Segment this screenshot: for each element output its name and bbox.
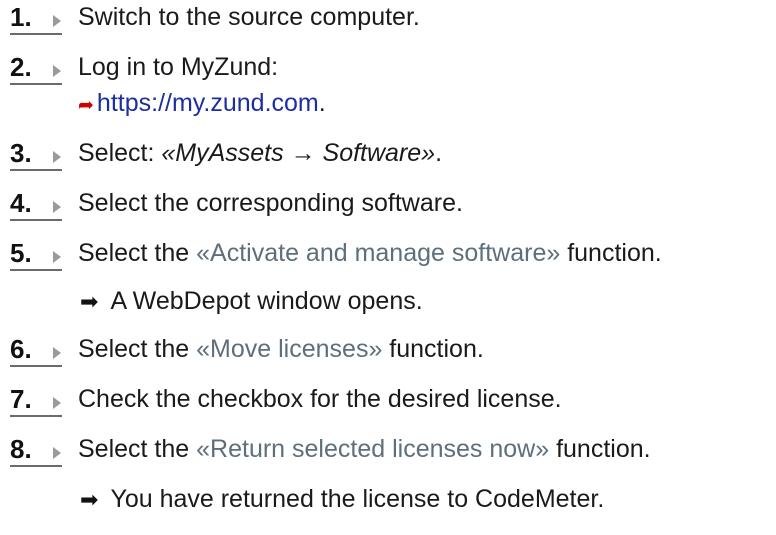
link-line: ➦ https://my.zund.com. <box>78 89 326 117</box>
result-text: You have returned the license to CodeMet… <box>110 485 605 513</box>
result-arrow-icon: ➡ <box>80 289 99 314</box>
myzund-link[interactable]: https://my.zund.com <box>97 89 319 117</box>
step-text: Select the «Move licenses» function. <box>78 335 484 363</box>
step-number: 8. <box>10 435 62 467</box>
function-name: «Activate and manage software» <box>196 239 561 267</box>
link-arrow-icon: ➦ <box>78 95 94 116</box>
result-2: ➡ You have returned the license to CodeMe… <box>80 482 604 517</box>
step-number: 5. <box>10 239 62 271</box>
step-arrow-icon <box>53 15 61 27</box>
instruction-list: 1. Switch to the source computer. 2. Log… <box>0 0 776 535</box>
step-text: Select the «Activate and manage software… <box>78 239 662 267</box>
step-arrow-icon <box>53 251 61 263</box>
result-1: ➡ A WebDepot window opens. <box>80 287 423 315</box>
step-arrow-icon <box>53 65 61 77</box>
step-text: Select: «MyAssets → Software». <box>78 139 443 167</box>
step-arrow-icon <box>53 201 61 213</box>
step-text: Select the «Return selected licenses now… <box>78 435 651 463</box>
step-number: 4. <box>10 189 62 221</box>
step-number: 6. <box>10 335 62 367</box>
step-number: 1. <box>10 3 62 35</box>
function-name: «Return selected licenses now» <box>196 435 550 463</box>
step-number: 3. <box>10 139 62 171</box>
step-text: Log in to MyZund: <box>78 53 279 81</box>
step-number: 2. <box>10 53 62 85</box>
step-arrow-icon <box>53 347 61 359</box>
step-arrow-icon <box>53 397 61 409</box>
step-arrow-icon <box>53 447 61 459</box>
menu-path: «MyAssets → Software» <box>161 139 436 167</box>
function-name: «Move licenses» <box>196 335 383 363</box>
result-arrow-icon: ➡ <box>80 487 99 512</box>
step-text: Select the corresponding software. <box>78 189 463 217</box>
step-arrow-icon <box>53 151 61 163</box>
step-text: Check the checkbox for the desired licen… <box>78 385 562 413</box>
step-text: Switch to the source computer. <box>78 3 420 31</box>
step-number: 7. <box>10 385 62 417</box>
